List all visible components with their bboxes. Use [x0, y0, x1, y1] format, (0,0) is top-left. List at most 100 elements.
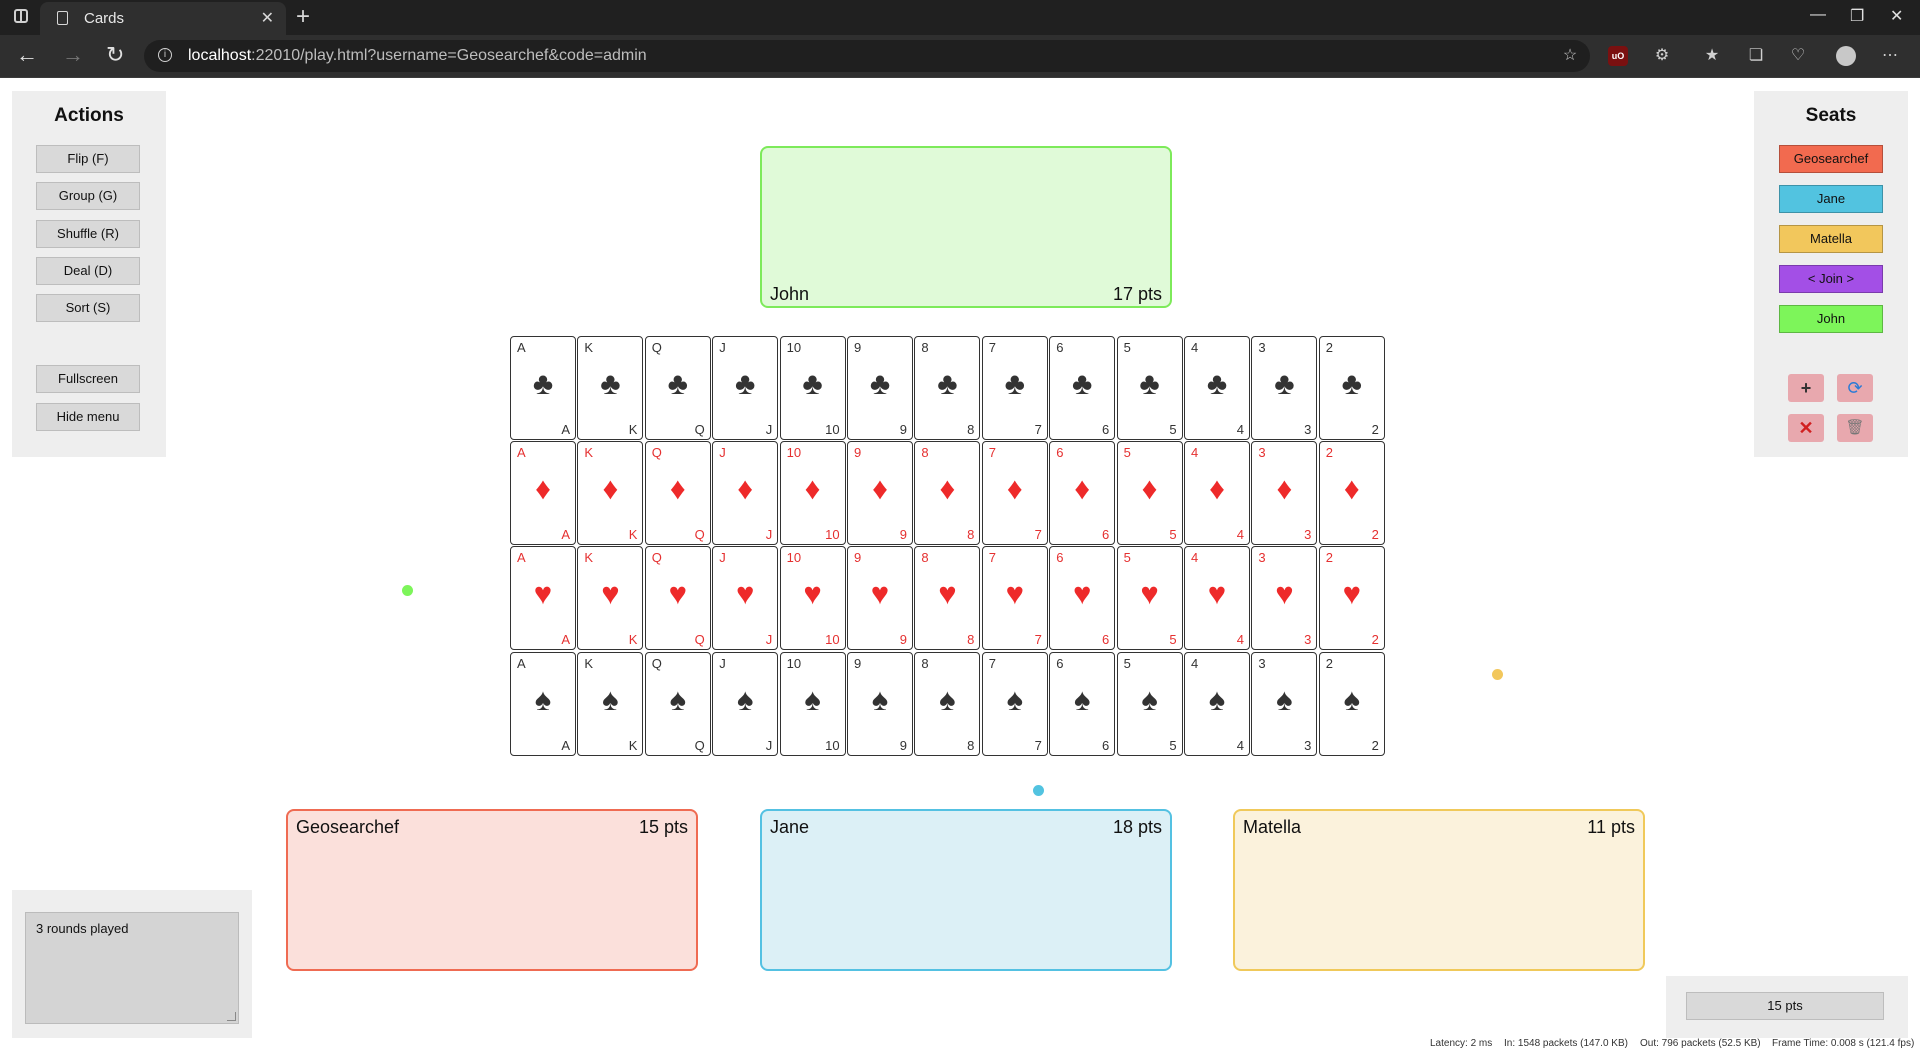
card-q-of-spades[interactable]: Q ♠ Q	[644, 651, 711, 756]
card-a-of-spades[interactable]: A ♠ A	[510, 651, 576, 756]
url-input[interactable]: i localhost:22010/play.html?username=Geo…	[144, 40, 1590, 72]
card-10-of-hearts[interactable]: 10 ♥ 10	[779, 546, 846, 651]
browser-essentials-icon[interactable]: ♡	[1788, 46, 1808, 66]
card-6-of-diamonds[interactable]: 6 ♦ 6	[1049, 441, 1116, 546]
close-window-icon[interactable]: ✕	[1890, 6, 1903, 26]
card-8-of-diamonds[interactable]: 8 ♦ 8	[914, 441, 981, 546]
card-2-of-spades[interactable]: 2 ♠ 2	[1318, 651, 1385, 756]
card-4-of-clubs[interactable]: 4 ♣ 4	[1184, 336, 1250, 440]
site-info-icon[interactable]: i	[158, 48, 172, 62]
minimize-icon[interactable]: —	[1810, 6, 1826, 24]
card-k-of-hearts[interactable]: K ♥ K	[577, 546, 644, 651]
card-5-of-diamonds[interactable]: 5 ♦ 5	[1116, 441, 1183, 546]
card-9-of-spades[interactable]: 9 ♠ 9	[847, 651, 913, 756]
card-9-of-clubs[interactable]: 9 ♣ 9	[847, 336, 913, 440]
favorites-icon[interactable]: ★	[1702, 46, 1722, 66]
card-9-of-diamonds[interactable]: 9 ♦ 9	[847, 441, 913, 546]
card-2-of-clubs[interactable]: 2 ♣ 2	[1318, 336, 1385, 440]
player-zone-matella[interactable]: Matella 11 pts	[1233, 809, 1645, 971]
refresh-icon[interactable]: ⟳	[1837, 374, 1873, 402]
collections-icon[interactable]: ❏	[1746, 46, 1766, 66]
card-2-of-diamonds[interactable]: 2 ♦ 2	[1318, 441, 1385, 546]
card-7-of-hearts[interactable]: 7 ♥ 7	[981, 546, 1048, 651]
card-3-of-diamonds[interactable]: 3 ♦ 3	[1251, 441, 1318, 546]
card-8-of-hearts[interactable]: 8 ♥ 8	[914, 546, 981, 651]
player-zone-jane[interactable]: Jane 18 pts	[760, 809, 1172, 971]
card-j-of-clubs[interactable]: J ♣ J	[712, 336, 779, 440]
card-8-of-clubs[interactable]: 8 ♣ 8	[914, 336, 981, 440]
card-6-of-spades[interactable]: 6 ♠ 6	[1049, 651, 1116, 756]
card-10-of-clubs[interactable]: 10 ♣ 10	[779, 336, 846, 440]
hide-menu-button[interactable]: Hide menu	[36, 403, 140, 431]
card-6-of-hearts[interactable]: 6 ♥ 6	[1049, 546, 1116, 651]
card-6-of-clubs[interactable]: 6 ♣ 6	[1049, 336, 1116, 440]
card-q-of-clubs[interactable]: Q ♣ Q	[644, 336, 711, 440]
card-3-of-hearts[interactable]: 3 ♥ 3	[1251, 546, 1318, 651]
card-j-of-hearts[interactable]: J ♥ J	[712, 546, 779, 651]
card-rank: 5	[1123, 445, 1131, 461]
reload-icon[interactable]: ↻	[106, 42, 124, 68]
card-3-of-spades[interactable]: 3 ♠ 3	[1251, 651, 1318, 756]
card-k-of-diamonds[interactable]: K ♦ K	[577, 441, 644, 546]
card-k-of-clubs[interactable]: K ♣ K	[577, 336, 644, 440]
card-4-of-diamonds[interactable]: 4 ♦ 4	[1184, 441, 1250, 546]
card-4-of-hearts[interactable]: 4 ♥ 4	[1184, 546, 1250, 651]
shuffle-button[interactable]: Shuffle (R)	[36, 220, 140, 248]
back-icon[interactable]: ←	[16, 42, 38, 68]
seat-join[interactable]: < Join >	[1779, 265, 1883, 293]
card-q-of-diamonds[interactable]: Q ♦ Q	[644, 441, 711, 546]
card-q-of-hearts[interactable]: Q ♥ Q	[644, 546, 711, 651]
seat-john[interactable]: John	[1779, 305, 1883, 333]
close-tab-icon[interactable]: ✕	[261, 8, 274, 28]
sort-button[interactable]: Sort (S)	[36, 294, 140, 322]
card-7-of-diamonds[interactable]: 7 ♦ 7	[981, 441, 1048, 546]
card-a-of-hearts[interactable]: A ♥ A	[510, 546, 576, 651]
notes-textarea[interactable]: 3 rounds played	[25, 912, 239, 1024]
tab-actions-icon[interactable]	[14, 9, 28, 23]
card-8-of-spades[interactable]: 8 ♠ 8	[914, 651, 981, 756]
seat-matella[interactable]: Matella	[1779, 225, 1883, 253]
new-tab-icon[interactable]: +	[296, 3, 310, 31]
trash-icon[interactable]: 🗑	[1837, 414, 1873, 442]
card-5-of-clubs[interactable]: 5 ♣ 5	[1116, 336, 1183, 440]
card-9-of-hearts[interactable]: 9 ♥ 9	[847, 546, 913, 651]
score-button[interactable]: 15 pts	[1686, 992, 1884, 1020]
card-3-of-clubs[interactable]: 3 ♣ 3	[1251, 336, 1318, 440]
forward-icon[interactable]: →	[62, 42, 84, 68]
card-j-of-diamonds[interactable]: J ♦ J	[712, 441, 779, 546]
more-menu-icon[interactable]: ⋯	[1880, 46, 1900, 66]
card-rank: 3	[1258, 445, 1266, 461]
card-k-of-spades[interactable]: K ♠ K	[577, 651, 644, 756]
card-5-of-hearts[interactable]: 5 ♥ 5	[1116, 546, 1183, 651]
card-a-of-diamonds[interactable]: A ♦ A	[510, 441, 576, 546]
card-rank-bottom: K	[628, 632, 638, 648]
extensions-icon[interactable]: ⚙	[1652, 46, 1672, 66]
card-5-of-spades[interactable]: 5 ♠ 5	[1116, 651, 1183, 756]
favorite-add-icon[interactable]: ☆	[1560, 46, 1580, 66]
card-10-of-diamonds[interactable]: 10 ♦ 10	[779, 441, 846, 546]
group-button[interactable]: Group (G)	[36, 182, 140, 210]
card-4-of-spades[interactable]: 4 ♠ 4	[1184, 651, 1250, 756]
player-zone-john[interactable]: John 17 pts	[760, 146, 1172, 308]
card-rank: K	[584, 550, 594, 566]
card-7-of-spades[interactable]: 7 ♠ 7	[981, 651, 1048, 756]
deal-button[interactable]: Deal (D)	[36, 257, 140, 285]
flip-button[interactable]: Flip (F)	[36, 145, 140, 173]
seat-jane[interactable]: Jane	[1779, 185, 1883, 213]
card-10-of-spades[interactable]: 10 ♠ 10	[779, 651, 846, 756]
restore-icon[interactable]: ❐	[1850, 6, 1864, 26]
plus-icon[interactable]: +	[1788, 374, 1824, 402]
card-j-of-spades[interactable]: J ♠ J	[712, 651, 779, 756]
seat-geosearchef[interactable]: Geosearchef	[1779, 145, 1883, 173]
card-2-of-hearts[interactable]: 2 ♥ 2	[1318, 546, 1385, 651]
card-a-of-clubs[interactable]: A ♣ A	[510, 336, 576, 440]
card-rank: 7	[988, 340, 997, 355]
card-7-of-clubs[interactable]: 7 ♣ 7	[981, 336, 1048, 440]
ublock-icon[interactable]: uO	[1608, 46, 1628, 66]
player-zone-geosearchef[interactable]: Geosearchef 15 pts	[286, 809, 698, 971]
profile-icon[interactable]	[1836, 46, 1856, 66]
fullscreen-button[interactable]: Fullscreen	[36, 365, 140, 393]
close-icon[interactable]: ✕	[1788, 414, 1824, 442]
resize-handle[interactable]	[227, 1012, 236, 1021]
browser-tab[interactable]: Cards ✕	[40, 2, 286, 35]
